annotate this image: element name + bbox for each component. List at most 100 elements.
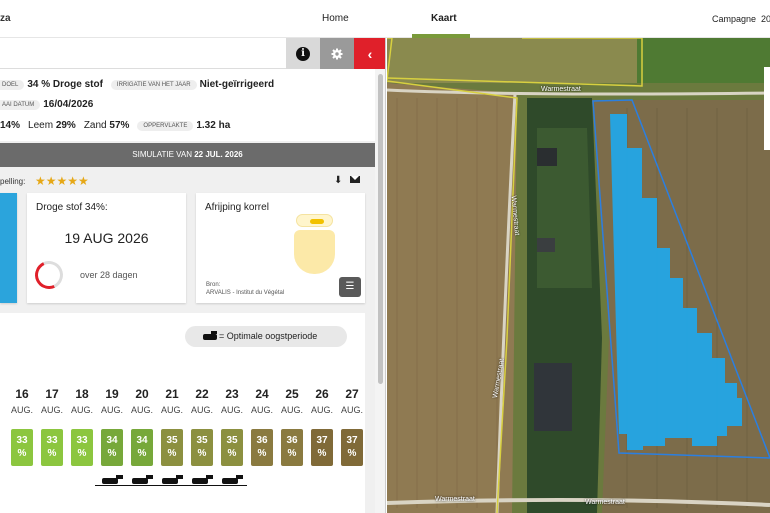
chevron-left-icon: ‹ [367, 45, 373, 62]
droge-stof-days: over 28 dagen [80, 270, 138, 280]
dry-matter-value: 35 [226, 435, 238, 446]
dry-matter-value: 34 [106, 435, 118, 446]
dry-matter-value: 37 [316, 435, 328, 446]
dry-matter-badge[interactable]: 34% [131, 429, 153, 466]
day-month: AUG. [130, 405, 153, 415]
source-value: ARVALIS - Institut du Végétal [206, 290, 285, 296]
rating-stars: ★★★★★ [35, 174, 89, 188]
harvest-period-line [95, 485, 247, 486]
day-month: AUG. [250, 405, 273, 415]
leem-value: 29% [55, 120, 76, 131]
dry-matter-badge[interactable]: 37% [311, 429, 333, 466]
afrijping-card[interactable]: Afrijping korrel Bron: ARVALIS - Institu… [196, 193, 365, 303]
gear-icon [331, 48, 343, 59]
day-number: 24 [255, 387, 269, 401]
zaai-value: 16/04/2026 [43, 99, 94, 110]
irrigatie-value: Niet-geïrrigeerd [199, 79, 275, 90]
percent-sign: % [167, 448, 177, 459]
percent-sign: % [77, 448, 87, 459]
day-number: 23 [225, 387, 239, 401]
download-icon[interactable]: ⬇ [334, 175, 342, 186]
oppervlakte-chip: OPPERVLAKTE [137, 120, 194, 131]
harvest-calendar: = Optimale oogstperiode 16 AUG. 33% 17 AUG. 3… [0, 313, 365, 513]
zaai-chip: AAI DATUM [0, 99, 41, 110]
nav-home[interactable]: Home [322, 13, 349, 24]
dry-matter-badge[interactable]: 36% [281, 429, 303, 466]
dry-matter-badge[interactable]: 35% [161, 429, 183, 466]
droge-stof-title: Droge stof 34%: [36, 202, 108, 213]
dry-matter-value: 33 [16, 435, 28, 446]
day-column: 19 AUG. [99, 387, 125, 415]
dry-matter-value: 35 [196, 435, 208, 446]
day-column: 24 AUG. [249, 387, 275, 415]
list-button[interactable]: ☰ [339, 277, 361, 297]
collapse-panel-button[interactable]: ‹ [354, 38, 385, 69]
day-number: 26 [315, 387, 329, 401]
settings-button[interactable] [320, 38, 354, 69]
afrijping-source: Bron: ARVALIS - Institut du Végétal [206, 281, 284, 297]
day-month: AUG. [100, 405, 123, 415]
legend-text: = Optimale oogstperiode [219, 331, 318, 341]
day-month: AUG. [310, 405, 333, 415]
day-column: 17 AUG. [39, 387, 65, 415]
nav-kaart[interactable]: Kaart [431, 13, 457, 24]
blue-card[interactable] [0, 193, 17, 303]
list-icon: ☰ [345, 281, 355, 292]
dry-matter-badge[interactable]: 33% [71, 429, 93, 466]
dry-matter-value: 33 [76, 435, 88, 446]
satellite-map[interactable]: Warmestraat Warmestraat Warmestraat Warm… [387, 38, 770, 513]
info-button[interactable]: i [286, 38, 320, 69]
harvester-icon [203, 330, 217, 340]
day-column: 20 AUG. [129, 387, 155, 415]
harvester-icon [219, 475, 247, 485]
day-month: AUG. [70, 405, 93, 415]
dry-matter-value: 36 [256, 435, 268, 446]
map-imagery [387, 38, 770, 513]
doel-value: 34 % Droge stof [27, 79, 103, 90]
day-column: 22 AUG. [189, 387, 215, 415]
day-month: AUG. [280, 405, 303, 415]
dry-matter-value: 37 [346, 435, 358, 446]
day-number: 22 [195, 387, 209, 401]
day-month: AUG. [220, 405, 243, 415]
day-column: 16 AUG. [9, 387, 35, 415]
brand-name[interactable]: za [0, 13, 11, 24]
zand-value: 57% [109, 120, 130, 131]
day-number: 25 [285, 387, 299, 401]
percent-sign: % [257, 448, 267, 459]
harvest-legend: = Optimale oogstperiode [185, 326, 347, 347]
dry-matter-badge[interactable]: 37% [341, 429, 363, 466]
map-zoom-control[interactable] [764, 67, 770, 150]
percent-sign: % [107, 448, 117, 459]
day-column: 23 AUG. [219, 387, 245, 415]
percent-sign: % [137, 448, 147, 459]
simulation-date: 22 JUL. 2026 [194, 150, 243, 159]
droge-stof-card[interactable]: Droge stof 34%: 19 AUG 2026 over 28 dage… [27, 193, 186, 303]
dry-matter-badge[interactable]: 35% [191, 429, 213, 466]
dry-matter-value: 34 [136, 435, 148, 446]
campagne-label: Campagne [712, 14, 757, 24]
percent-sign: % [47, 448, 57, 459]
dry-matter-badge[interactable]: 35% [221, 429, 243, 466]
dry-matter-badge[interactable]: 33% [41, 429, 63, 466]
field-panel: i ‹ DOEL 34 % Droge stof IRRIGATIE VAN HET… [0, 38, 386, 513]
harvester-icon [189, 475, 217, 485]
day-number: 19 [105, 387, 119, 401]
dry-matter-badge[interactable]: 33% [11, 429, 33, 466]
simulation-prefix: SIMULATIE VAN [132, 150, 192, 159]
campagne-selector[interactable]: 20 [761, 14, 770, 24]
grain-icon [294, 214, 335, 276]
mail-icon[interactable] [350, 176, 360, 183]
simulation-header: SIMULATIE VAN 22 JUL. 2026 [0, 143, 375, 167]
dry-matter-badge[interactable]: 36% [251, 429, 273, 466]
field-properties: DOEL 34 % Droge stof IRRIGATIE VAN HET JAA… [0, 69, 375, 141]
harvester-icon [159, 475, 187, 485]
dry-matter-badge[interactable]: 34% [101, 429, 123, 466]
day-month: AUG. [10, 405, 33, 415]
scrollbar-thumb[interactable] [378, 74, 383, 384]
road-label: Warmestraat [585, 499, 625, 506]
source-label: Bron: [206, 282, 221, 288]
day-month: AUG. [160, 405, 183, 415]
day-number: 17 [45, 387, 59, 401]
day-column: 21 AUG. [159, 387, 185, 415]
